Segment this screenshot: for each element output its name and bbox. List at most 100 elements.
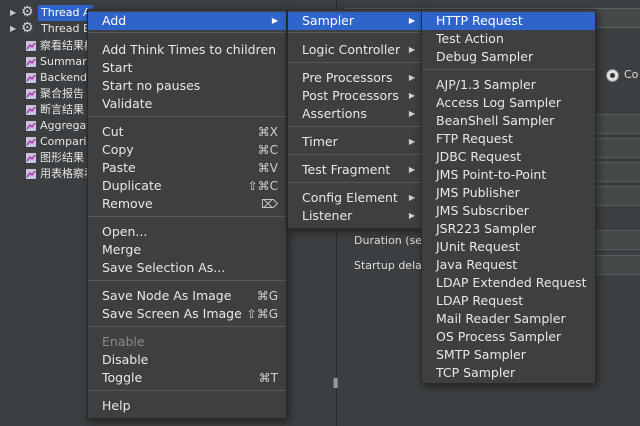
menu-item-junit-request[interactable]: JUnit Request (422, 238, 595, 256)
menu-separator (88, 216, 286, 217)
listener-chart-icon (26, 169, 36, 179)
radio-label: Co (624, 68, 639, 81)
tree-item-label: Comparis (40, 135, 93, 148)
gear-icon: ⚙ (21, 4, 34, 20)
menu-item-disable[interactable]: Disable (88, 351, 286, 369)
menu-item-help[interactable]: Help (88, 397, 286, 415)
menu-item-java-request[interactable]: Java Request (422, 256, 595, 274)
settings-field[interactable] (594, 186, 640, 206)
menu-item-assertions[interactable]: Assertions ▶ (288, 105, 423, 123)
add-submenu: Sampler ▶ Logic Controller ▶ Pre Processor… (287, 9, 424, 229)
listener-chart-icon (26, 121, 36, 131)
submenu-arrow-icon: ▶ (408, 193, 415, 202)
menu-separator (288, 126, 423, 127)
menu-item-listener[interactable]: Listener ▶ (288, 207, 423, 225)
menu-item-save-screen-as-image[interactable]: Save Screen As Image ⇧⌘G (88, 305, 286, 323)
menu-item-remove[interactable]: Remove ⌦ (88, 195, 286, 213)
submenu-arrow-icon: ▶ (408, 73, 415, 82)
tree-item-thread-group-1[interactable]: ▶ ⚙ Thread A (10, 4, 94, 21)
tree-item-label: 断言结果 (40, 103, 84, 116)
menu-item-jdbc-request[interactable]: JDBC Request (422, 148, 595, 166)
tree-item-label: 图形结果 (40, 151, 84, 164)
menu-item-jms-publisher[interactable]: JMS Publisher (422, 184, 595, 202)
menu-separator (88, 280, 286, 281)
menu-item-config-element[interactable]: Config Element ▶ (288, 189, 423, 207)
menu-item-test-fragment[interactable]: Test Fragment ▶ (288, 161, 423, 179)
tree-item-label: Summary (40, 55, 94, 68)
duration-field[interactable] (594, 230, 640, 250)
menu-separator (288, 182, 423, 183)
menu-item-access-log-sampler[interactable]: Access Log Sampler (422, 94, 595, 112)
startup-delay-label: Startup dela (354, 259, 422, 272)
menu-item-sampler[interactable]: Sampler ▶ (288, 12, 423, 30)
menu-item-ajp-sampler[interactable]: AJP/1.3 Sampler (422, 76, 595, 94)
gear-icon: ⚙ (21, 20, 34, 36)
listener-chart-icon (26, 57, 36, 67)
radio-button[interactable] (606, 69, 619, 82)
menu-item-smtp-sampler[interactable]: SMTP Sampler (422, 346, 595, 364)
menu-item-validate[interactable]: Validate (88, 95, 286, 113)
settings-field[interactable] (594, 114, 640, 134)
menu-item-jms-subscriber[interactable]: JMS Subscriber (422, 202, 595, 220)
menu-item-os-process-sampler[interactable]: OS Process Sampler (422, 328, 595, 346)
menu-separator (88, 116, 286, 117)
menu-separator (88, 32, 286, 33)
menu-item-timer[interactable]: Timer ▶ (288, 133, 423, 151)
submenu-arrow-icon: ▶ (408, 45, 415, 54)
settings-field[interactable] (594, 162, 640, 182)
menu-item-paste[interactable]: Paste ⌘V (88, 159, 286, 177)
menu-item-add[interactable]: Add ▶ (88, 12, 286, 30)
tree-item-label: 聚合报告 (40, 87, 84, 100)
context-menu: Add ▶ Add Think Times to children Start S… (87, 9, 287, 419)
splitter-handle[interactable]: ▪ ▪ ▪ (333, 376, 338, 390)
submenu-arrow-icon: ▶ (271, 16, 278, 25)
listener-chart-icon (26, 153, 36, 163)
startup-delay-field[interactable] (594, 255, 640, 275)
menu-item-duplicate[interactable]: Duplicate ⇧⌘C (88, 177, 286, 195)
menu-item-pre-processors[interactable]: Pre Processors ▶ (288, 69, 423, 87)
menu-item-save-node-as-image[interactable]: Save Node As Image ⌘G (88, 287, 286, 305)
sampler-submenu: HTTP Request Test Action Debug Sampler A… (421, 9, 596, 384)
submenu-arrow-icon: ▶ (408, 109, 415, 118)
expand-arrow-icon[interactable]: ▶ (10, 5, 20, 21)
menu-item-jms-point-to-point[interactable]: JMS Point-to-Point (422, 166, 595, 184)
menu-item-ldap-request[interactable]: LDAP Request (422, 292, 595, 310)
expand-arrow-icon[interactable]: ▶ (10, 21, 20, 37)
submenu-arrow-icon: ▶ (408, 91, 415, 100)
menu-item-test-action[interactable]: Test Action (422, 30, 595, 48)
menu-item-ftp-request[interactable]: FTP Request (422, 130, 595, 148)
menu-item-start-no-pauses[interactable]: Start no pauses (88, 77, 286, 95)
test-plan-tree: ▶ ⚙ Thread A ▶ ⚙ Thread Be 察看结果树 Summary… (0, 0, 97, 426)
settings-field[interactable] (594, 138, 640, 158)
menu-item-merge[interactable]: Merge (88, 241, 286, 259)
menu-item-add-think-times[interactable]: Add Think Times to children (88, 41, 286, 59)
menu-item-ldap-extended-request[interactable]: LDAP Extended Request (422, 274, 595, 292)
listener-chart-icon (26, 89, 36, 99)
submenu-arrow-icon: ▶ (408, 16, 415, 25)
menu-item-open[interactable]: Open... (88, 223, 286, 241)
menu-item-tcp-sampler[interactable]: TCP Sampler (422, 364, 595, 382)
menu-item-jsr223-sampler[interactable]: JSR223 Sampler (422, 220, 595, 238)
duration-label: Duration (se (354, 234, 423, 247)
menu-item-logic-controller[interactable]: Logic Controller ▶ (288, 41, 423, 59)
menu-item-http-request[interactable]: HTTP Request (422, 12, 595, 30)
listener-chart-icon (26, 73, 36, 83)
menu-item-mail-reader-sampler[interactable]: Mail Reader Sampler (422, 310, 595, 328)
listener-chart-icon (26, 41, 36, 51)
menu-item-cut[interactable]: Cut ⌘X (88, 123, 286, 141)
menu-item-toggle[interactable]: Toggle ⌘T (88, 369, 286, 387)
menu-item-post-processors[interactable]: Post Processors ▶ (288, 87, 423, 105)
menu-item-debug-sampler[interactable]: Debug Sampler (422, 48, 595, 66)
menu-item-enable: Enable (102, 334, 145, 349)
menu-item-start[interactable]: Start (88, 59, 286, 77)
menu-separator (288, 62, 423, 63)
submenu-arrow-icon: ▶ (408, 211, 415, 220)
menu-item-beanshell-sampler[interactable]: BeanShell Sampler (422, 112, 595, 130)
menu-separator (288, 154, 423, 155)
menu-item-save-selection-as[interactable]: Save Selection As... (88, 259, 286, 277)
menu-item-copy[interactable]: Copy ⌘C (88, 141, 286, 159)
tree-item-thread-group-2[interactable]: ▶ ⚙ Thread Be (10, 20, 97, 37)
listener-chart-icon (26, 105, 36, 115)
menu-separator (288, 32, 423, 33)
submenu-arrow-icon: ▶ (408, 165, 415, 174)
